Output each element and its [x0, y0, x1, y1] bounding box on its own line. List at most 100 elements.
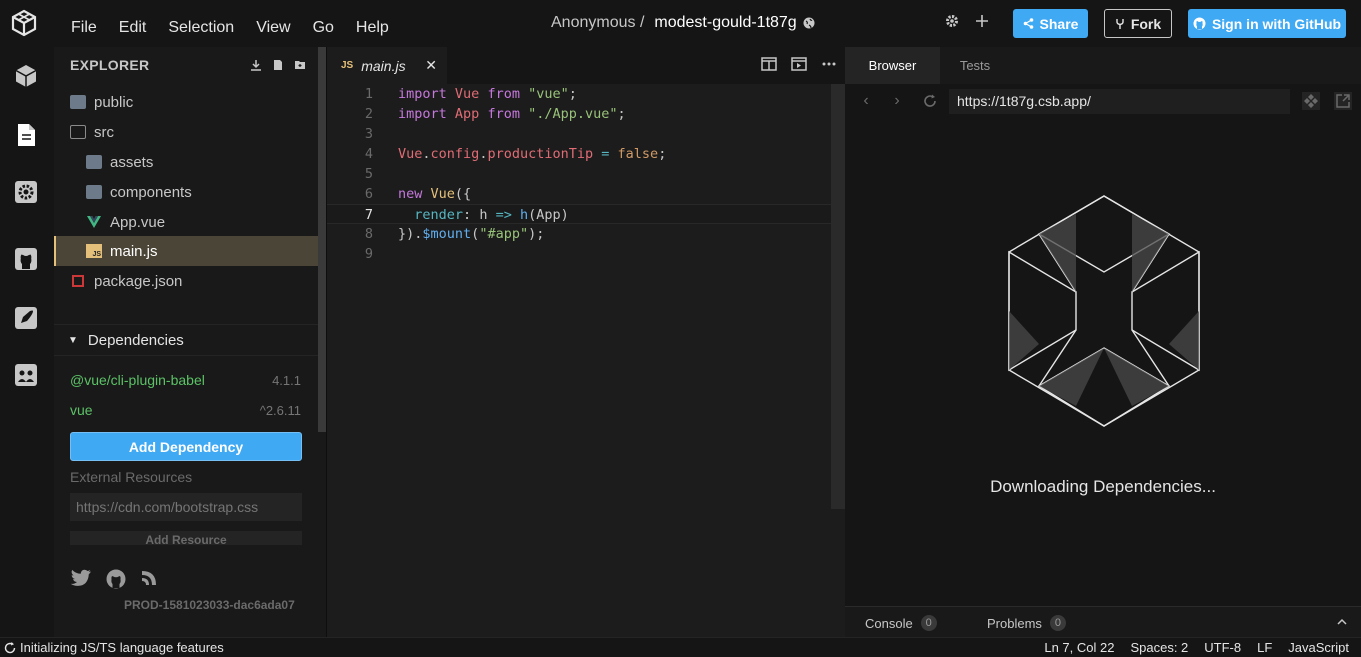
share-icon [1023, 18, 1033, 29]
npm-package-icon [72, 275, 84, 287]
fork-icon [1116, 18, 1124, 29]
tree-file-app-vue[interactable]: App.vue [54, 207, 318, 237]
close-tab-icon[interactable]: ✕ [425, 57, 437, 74]
menu-file[interactable]: File [71, 11, 97, 37]
preview-panel: Browser Tests ‹ › https://1t87g.csb.app/ [845, 47, 1361, 637]
status-message: Initializing JS/TS language features [20, 640, 224, 655]
js-file-icon: JS [86, 244, 102, 258]
owner-label: Anonymous / [551, 14, 645, 31]
loading-message: Downloading Dependencies... [990, 477, 1216, 496]
github-icon[interactable] [12, 245, 40, 273]
editor-scrollbar[interactable] [831, 84, 845, 509]
tab-tests[interactable]: Tests [940, 47, 1010, 84]
tree-item-label: src [94, 123, 114, 141]
status-bar: Initializing JS/TS language features Ln … [0, 637, 1361, 657]
tree-file-package-json[interactable]: package.json [54, 266, 318, 296]
add-resource-button[interactable]: Add Resource [70, 531, 302, 545]
share-button[interactable]: Share [1013, 9, 1088, 38]
share-label: Share [1039, 15, 1079, 32]
preview-window-icon[interactable] [791, 57, 807, 71]
new-file-icon[interactable] [272, 59, 284, 71]
tree-item-label: public [94, 93, 134, 111]
code-line: 6 new Vue({ [364, 186, 472, 202]
responsive-mode-icon[interactable] [1302, 92, 1320, 110]
preview-footer: Console 0 Problems 0 [845, 606, 1361, 637]
menu-help[interactable]: Help [356, 11, 389, 37]
build-id-label: PROD-1581023033-dac6ada07 [124, 598, 295, 612]
github-icon [1193, 17, 1206, 30]
encoding-setting[interactable]: UTF-8 [1204, 640, 1241, 655]
code-line: 5 [364, 166, 373, 182]
more-options-icon[interactable] [821, 57, 837, 71]
menu-bar: File Edit Selection View Go Help [60, 0, 400, 47]
menu-go[interactable]: Go [313, 11, 334, 37]
deploy-rocket-icon[interactable] [12, 304, 40, 332]
sync-spinner-icon [4, 641, 16, 653]
new-folder-icon[interactable] [294, 59, 306, 71]
folder-icon [86, 155, 102, 169]
problems-label: Problems [987, 615, 1042, 631]
back-arrow-icon[interactable]: ‹ [859, 93, 873, 109]
dependency-version: ^2.6.11 [259, 402, 301, 418]
menu-edit[interactable]: Edit [119, 11, 147, 37]
sign-in-github-button[interactable]: Sign in with GitHub [1188, 9, 1346, 38]
eol-setting[interactable]: LF [1257, 640, 1272, 655]
dependency-version: 4.1.1 [272, 372, 301, 388]
sandbox-name[interactable]: modest-gould-1t87g [654, 14, 796, 32]
console-count-badge: 0 [920, 615, 937, 631]
menu-selection[interactable]: Selection [168, 11, 234, 37]
github-icon[interactable] [106, 569, 126, 589]
dependency-item[interactable]: @vue/cli-plugin-babel 4.1.1 [70, 369, 301, 391]
tree-item-label: components [110, 183, 192, 201]
project-info-cube-icon[interactable] [12, 62, 40, 90]
config-settings-icon[interactable] [12, 178, 40, 206]
explorer-file-icon[interactable] [12, 121, 40, 149]
refresh-icon[interactable] [923, 93, 937, 109]
address-bar[interactable]: https://1t87g.csb.app/ [949, 89, 1290, 114]
fork-label: Fork [1130, 15, 1162, 32]
folder-open-icon [70, 125, 86, 139]
status-right: Ln 7, Col 22 Spaces: 2 UTF-8 LF JavaScri… [1044, 640, 1349, 655]
tab-main-js[interactable]: JS main.js ✕ [327, 47, 447, 84]
editor-actions [761, 57, 837, 71]
open-new-window-icon[interactable] [1334, 92, 1352, 110]
menu-view[interactable]: View [256, 11, 290, 37]
activity-bar [0, 47, 54, 637]
tree-item-label: main.js [110, 242, 158, 260]
language-mode[interactable]: JavaScript [1288, 640, 1349, 655]
split-view-icon[interactable] [761, 57, 777, 71]
code-line: 3 [364, 126, 373, 142]
console-tab[interactable]: Console 0 [865, 615, 937, 631]
tree-folder-assets[interactable]: assets [54, 147, 318, 177]
fork-button[interactable]: Fork [1104, 9, 1172, 38]
code-line: 9 [364, 246, 373, 262]
spectrum-icon[interactable] [140, 569, 158, 587]
dependency-item[interactable]: vue ^2.6.11 [70, 399, 301, 421]
add-plus-icon[interactable] [973, 14, 991, 32]
tree-folder-src[interactable]: src [54, 117, 318, 147]
vue-file-icon [87, 216, 101, 228]
external-resource-input[interactable] [70, 493, 302, 521]
tab-browser[interactable]: Browser [845, 47, 940, 84]
console-label: Console [865, 615, 913, 631]
forward-arrow-icon[interactable]: › [890, 93, 904, 109]
add-dependency-button[interactable]: Add Dependency [70, 432, 302, 461]
live-collaboration-icon[interactable] [12, 361, 40, 389]
tree-folder-components[interactable]: components [54, 177, 318, 207]
download-icon[interactable] [250, 59, 262, 71]
settings-gear-icon[interactable] [943, 14, 961, 32]
codesandbox-logo-icon[interactable] [10, 9, 38, 37]
tree-folder-public[interactable]: public [54, 87, 318, 117]
code-line: 2 import App from "./App.vue"; [364, 106, 626, 122]
cursor-position[interactable]: Ln 7, Col 22 [1044, 640, 1114, 655]
sidebar-scrollbar[interactable] [318, 47, 326, 432]
globe-icon [803, 17, 815, 29]
chevron-up-icon[interactable] [1337, 618, 1347, 626]
problems-tab[interactable]: Problems 0 [987, 615, 1066, 631]
dependencies-header[interactable]: ▼ Dependencies [54, 324, 318, 356]
tree-file-main-js[interactable]: JS main.js [54, 236, 318, 266]
tab-label: main.js [361, 57, 406, 74]
folder-icon [70, 95, 86, 109]
indentation-setting[interactable]: Spaces: 2 [1130, 640, 1188, 655]
twitter-icon[interactable] [70, 569, 92, 587]
